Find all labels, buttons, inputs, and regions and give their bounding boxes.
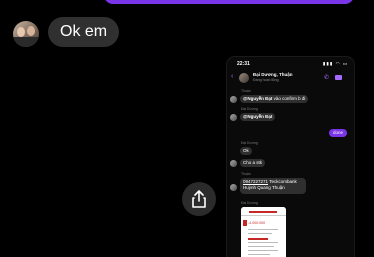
chat-header: ‹ Đại Dương, Thuận Đang hoạt động ✆ (227, 69, 354, 87)
contact-name: Đại Dương, Thuận (253, 72, 293, 77)
message-sender: Đại Dương (241, 107, 258, 111)
shared-screenshot-image[interactable]: 22:31 ▮▮▮ ◠ ▭ ‹ Đại Dương, Thuận Đang ho… (227, 57, 354, 257)
message-bubble: Ok (240, 147, 252, 155)
group-avatar (239, 73, 249, 83)
message-avatar (230, 184, 237, 191)
receipt-amount: -4.000.000 (248, 221, 266, 225)
message-sender: Đại Dương (241, 201, 258, 205)
message-avatar (230, 96, 237, 103)
incoming-message-bubble[interactable]: Ok em (48, 17, 120, 47)
status-signal-icons: ▮▮▮ ◠ ▭ (322, 61, 348, 66)
status-time: 22:31 (237, 61, 250, 67)
video-icon (335, 75, 342, 80)
message-bubble: 0947227271 Teckcombank Huỳnh Quang Thuận (240, 178, 306, 194)
transfer-receipt-image: -4.000.000 (241, 207, 286, 257)
message-avatar (230, 114, 237, 121)
phone-icon: ✆ (324, 75, 330, 81)
outgoing-message-bubble-partial[interactable] (104, 0, 354, 4)
share-icon (192, 190, 206, 208)
message-bubble: @Nguyễn Đạt vào confirm b đi (240, 95, 309, 103)
message-bubble: Cho a stk (240, 159, 266, 167)
message-sender: Thuận (241, 172, 251, 176)
message-avatar (230, 160, 237, 167)
message-bubble: @Nguyễn Đạt (240, 113, 276, 121)
share-button[interactable] (182, 182, 216, 216)
my-message-bubble: done (329, 129, 348, 137)
status-bar: 22:31 ▮▮▮ ◠ ▭ (227, 57, 354, 69)
back-chevron-icon: ‹ (231, 73, 234, 80)
message-sender: Thuận (241, 89, 251, 93)
contact-status: Đang hoạt động (253, 78, 279, 82)
message-sender: Đại Dương (241, 141, 258, 145)
sender-avatar[interactable] (13, 21, 39, 47)
